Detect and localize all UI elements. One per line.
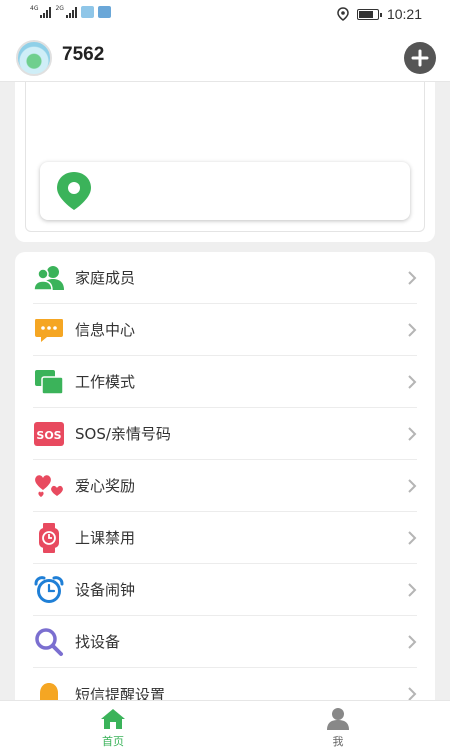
alarm-clock-icon	[33, 574, 65, 606]
message-center-icon	[33, 314, 65, 346]
battery-icon	[356, 8, 382, 20]
chevron-right-icon	[408, 478, 417, 493]
family-members-icon	[33, 262, 65, 294]
signal-4g-icon: 4G	[30, 6, 52, 18]
menu-item-label: 爱心奖励	[75, 477, 136, 495]
chevron-right-icon	[408, 530, 417, 545]
home-icon	[101, 709, 125, 729]
menu-item-label: 上课禁用	[75, 529, 136, 547]
menu-item-find-device[interactable]: 找设备	[33, 616, 417, 668]
notification-app-icon	[97, 6, 111, 18]
app-header: 7562	[0, 30, 450, 82]
menu-item-label: 工作模式	[75, 373, 136, 391]
location-bar[interactable]	[40, 162, 410, 220]
nav-tab-home[interactable]: 首页	[83, 707, 143, 749]
map-card	[15, 82, 435, 242]
chevron-right-icon	[408, 322, 417, 337]
svg-text:SOS: SOS	[36, 429, 61, 442]
bottom-navigation: 首页 我	[0, 700, 450, 750]
menu-item-class-disable[interactable]: 上课禁用	[33, 512, 417, 564]
menu-item-sos[interactable]: SOS SOS/亲情号码	[33, 408, 417, 460]
device-name[interactable]: 7562	[62, 44, 104, 66]
menu-item-message-center[interactable]: 信息中心	[33, 304, 417, 356]
status-bar-right: 10:21	[337, 6, 422, 22]
search-device-icon	[33, 626, 65, 658]
menu-item-work-mode[interactable]: 工作模式	[33, 356, 417, 408]
nav-tab-me-label: 我	[332, 735, 344, 748]
sos-icon: SOS	[33, 418, 65, 450]
location-status-icon	[337, 7, 349, 21]
status-bar-left: 4G 2G	[30, 6, 111, 18]
nav-tab-me[interactable]: 我	[308, 707, 368, 749]
signal-2g-icon: 2G	[55, 6, 77, 18]
status-bar: 4G 2G 10:21	[0, 0, 450, 30]
device-avatar[interactable]	[16, 40, 52, 76]
person-icon	[327, 708, 349, 730]
chevron-right-icon	[408, 426, 417, 441]
notification-app-icon	[80, 6, 94, 18]
feature-menu: 家庭成员 信息中心 工作模式 SOS SOS/亲情号码 爱心奖励 上课禁用 设备…	[15, 252, 435, 712]
class-disable-watch-icon	[33, 522, 65, 554]
add-device-button[interactable]	[404, 42, 436, 74]
menu-item-label: 信息中心	[75, 321, 136, 339]
work-mode-icon	[33, 366, 65, 398]
menu-item-label: 找设备	[75, 633, 121, 651]
chevron-right-icon	[408, 582, 417, 597]
chevron-right-icon	[408, 374, 417, 389]
hearts-icon	[33, 470, 65, 502]
nav-tab-home-label: 首页	[102, 735, 124, 748]
location-pin-icon	[57, 172, 91, 210]
menu-item-label: SOS/亲情号码	[75, 425, 171, 443]
chevron-right-icon	[408, 634, 417, 649]
plus-icon	[411, 49, 429, 67]
menu-item-label: 家庭成员	[75, 269, 136, 287]
chevron-right-icon	[408, 270, 417, 285]
menu-item-label: 设备闹钟	[75, 581, 136, 599]
menu-item-love-reward[interactable]: 爱心奖励	[33, 460, 417, 512]
status-time: 10:21	[386, 6, 422, 22]
menu-item-family-members[interactable]: 家庭成员	[33, 252, 417, 304]
menu-item-device-alarm[interactable]: 设备闹钟	[33, 564, 417, 616]
